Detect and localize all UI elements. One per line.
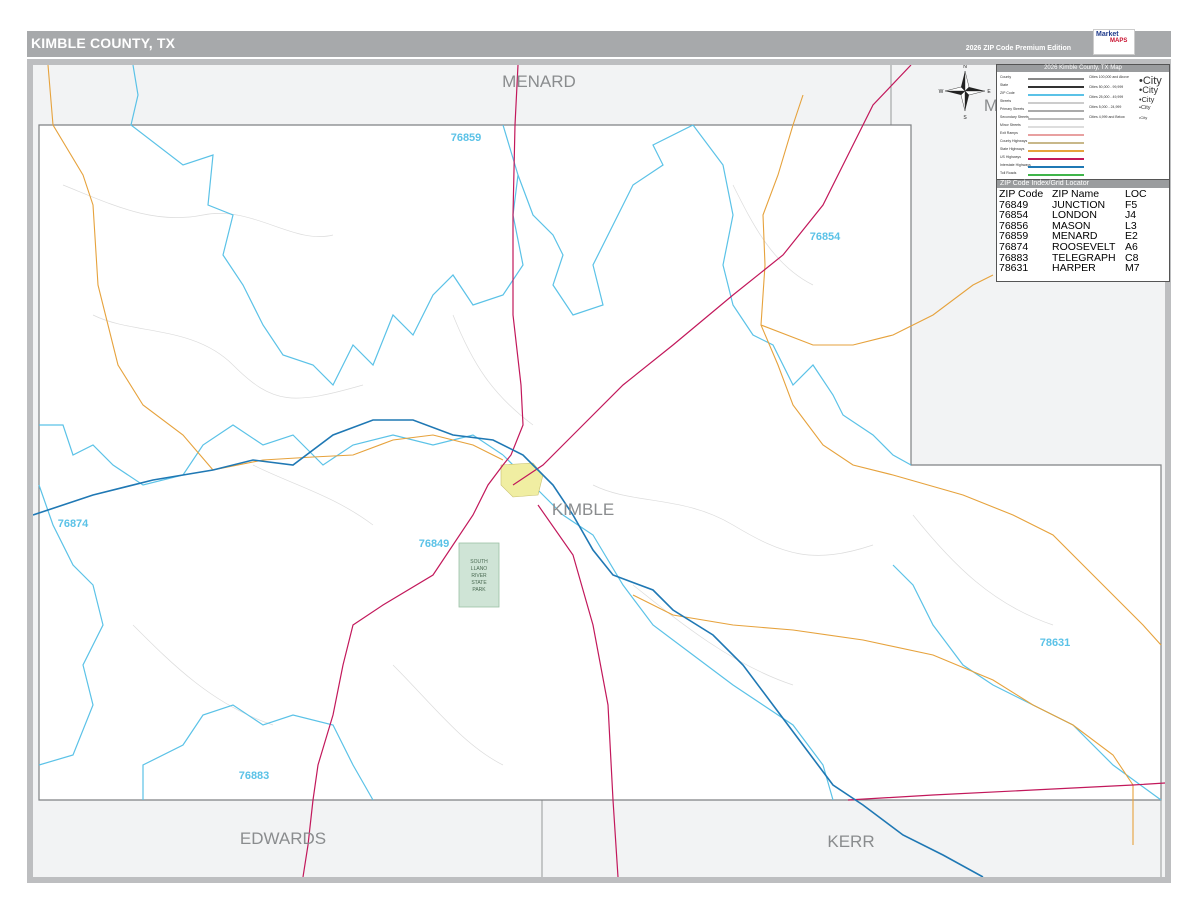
neighbor-label-menard: MENARD	[502, 72, 576, 91]
zip-code-index: ZIP Code Index/Grid Locator ZIP Code ZIP…	[996, 179, 1170, 282]
park-label-line-4: STATE	[471, 580, 487, 586]
legend-item-label: State Highways	[1000, 147, 1025, 151]
legend-swatch	[1028, 142, 1084, 144]
page-title: KIMBLE COUNTY, TX	[31, 35, 176, 51]
legend-city-size: Cities 4,999 and Below •City	[1089, 115, 1169, 125]
zip-code-cell: 78631	[999, 262, 1029, 275]
legend-city-size-label: Cities 100,000 and Above	[1089, 75, 1129, 79]
zip-index-row: 76874 ROOSEVELT A6	[999, 242, 1165, 253]
market-maps-logo: Market MAPS	[1093, 29, 1135, 55]
legend-city-size-label: Cities 25,000 - 49,999	[1089, 95, 1124, 99]
neighbor-label-edwards: EDWARDS	[240, 829, 326, 848]
legend-item: Streets	[1000, 99, 1090, 107]
legend-swatch	[1028, 110, 1084, 112]
zip-loc-cell: M7	[1125, 262, 1140, 275]
legend-item-label: Minor Streets	[1000, 123, 1021, 127]
legend-item: Secondary Streets	[1000, 115, 1090, 123]
legend-item: County	[1000, 75, 1090, 83]
zip-label-76859: 76859	[451, 132, 482, 144]
compass-n: N	[963, 65, 967, 70]
legend-item-label: Exit Ramps	[1000, 131, 1018, 135]
legend-item-label: US Highways	[1000, 155, 1022, 159]
legend-swatch	[1028, 126, 1084, 128]
zip-index-title: ZIP Code Index/Grid Locator	[997, 180, 1169, 188]
legend-item-label: Primary Streets	[1000, 107, 1025, 111]
park-label-line-1: SOUTH	[470, 559, 488, 565]
zip-col-header-loc: LOC	[1125, 188, 1147, 200]
zip-label-76849: 76849	[419, 538, 450, 550]
legend-item-label: Interstate Highways	[1000, 163, 1031, 167]
legend-item-label: Streets	[1000, 99, 1012, 103]
zip-label-78631: 78631	[1040, 637, 1071, 649]
legend-city-size: Cities 5,000 - 24,999 •City	[1089, 105, 1169, 115]
zip-label-76883: 76883	[239, 770, 270, 782]
legend-city-size: Cities 25,000 - 49,999 •City	[1089, 95, 1169, 105]
legend-city-sample: •City	[1139, 85, 1159, 95]
zip-label-76874: 76874	[58, 518, 89, 530]
neighbor-area-west	[33, 65, 39, 877]
legend-item-label: County Highways	[1000, 139, 1028, 143]
county-label-kimble: KIMBLE	[552, 500, 614, 519]
edition-label: 2026 ZIP Code Premium Edition	[965, 45, 1071, 52]
legend-swatch	[1028, 174, 1084, 176]
legend-item: Minor Streets	[1000, 123, 1090, 131]
legend-city-sample: •City	[1139, 115, 1148, 120]
legend-swatch	[1028, 102, 1084, 104]
legend-city-size-label: Cities 4,999 and Below	[1089, 115, 1125, 119]
park-label: SOUTH LLANO RIVER STATE PARK	[470, 559, 488, 593]
legend-city-size-label: Cities 5,000 - 24,999	[1089, 105, 1122, 109]
legend-swatch	[1028, 86, 1084, 88]
zip-label-76854: 76854	[810, 231, 841, 243]
park-label-line-2: LLANO	[471, 566, 488, 572]
legend-item: State Highways	[1000, 147, 1090, 155]
legend-item-label: Toll Roads	[1000, 171, 1017, 175]
zip-loc-cell: A6	[1125, 240, 1138, 253]
legend-city-size-label: Cities 50,000 - 99,999	[1089, 85, 1124, 89]
legend-city-size: Cities 100,000 and Above •City	[1089, 75, 1169, 87]
zip-col-header-name: ZIP Name	[1052, 188, 1100, 200]
legend-item: Primary Streets	[1000, 107, 1090, 115]
legend-swatch	[1028, 134, 1084, 136]
map-legend: 2026 Kimble County, TX Map County State ZI…	[996, 64, 1170, 180]
park-label-line-3: RIVER	[471, 573, 487, 579]
header-bar: KIMBLE COUNTY, TX 2026 ZIP Code Premium …	[27, 29, 1171, 57]
legend-item-label: County	[1000, 75, 1012, 79]
legend-item: Interstate Highways	[1000, 163, 1090, 171]
legend-title: 2026 Kimble County, TX Map	[997, 65, 1169, 72]
legend-item: US Highways	[1000, 155, 1090, 163]
legend-swatch	[1028, 166, 1084, 168]
legend-swatch	[1028, 94, 1084, 96]
legend-item-label: State	[1000, 83, 1009, 87]
neighbor-area-south	[33, 800, 1165, 877]
legend-swatch	[1028, 158, 1084, 160]
park-label-line-5: PARK	[472, 587, 486, 593]
zip-index-row: 78631 HARPER M7	[999, 263, 1165, 274]
legend-city-sample: •City	[1139, 105, 1151, 111]
legend-item: Toll Roads	[1000, 171, 1090, 179]
zip-col-header-code: ZIP Code	[999, 188, 1044, 200]
compass-w: W	[939, 89, 944, 95]
neighbor-label-kerr: KERR	[827, 832, 874, 851]
legend-item: Exit Ramps	[1000, 131, 1090, 139]
zip-code-cell: 76874	[999, 240, 1029, 253]
logo-brand-bottom: MAPS	[1110, 38, 1128, 44]
zip-index-header-row: ZIP Code ZIP Name LOC	[999, 189, 1165, 200]
legend-city-size: Cities 50,000 - 99,999 •City	[1089, 85, 1169, 95]
zip-index-table: ZIP Code ZIP Name LOC 76849 JUNCTION F5 768…	[999, 189, 1165, 274]
zip-name-cell: HARPER	[1052, 262, 1096, 275]
zip-name-cell: ROOSEVELT	[1052, 240, 1116, 253]
logo-brand-top: Market	[1096, 31, 1119, 38]
legend-swatch	[1028, 118, 1084, 120]
legend-item: County Highways	[1000, 139, 1090, 147]
legend-item-label: ZIP Code	[1000, 91, 1015, 95]
legend-item: ZIP Code	[1000, 91, 1090, 99]
legend-city-sample: •City	[1139, 95, 1155, 104]
legend-item: State	[1000, 83, 1090, 91]
legend-swatch	[1028, 78, 1084, 80]
legend-swatch	[1028, 150, 1084, 152]
legend-item-label: Secondary Streets	[1000, 115, 1029, 119]
